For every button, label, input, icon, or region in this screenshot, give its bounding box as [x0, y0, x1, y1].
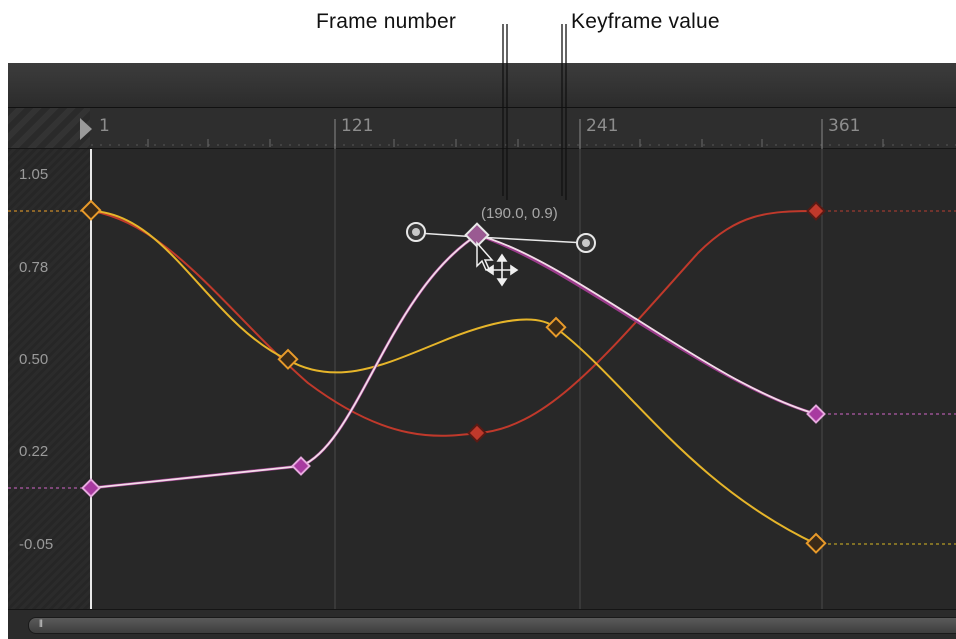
left-handle-knob-center	[412, 228, 420, 236]
keyframe-red-2[interactable]	[467, 423, 487, 443]
playhead-icon[interactable]	[80, 118, 92, 140]
keyframe-orange-start[interactable]	[80, 199, 102, 221]
curve-canvas[interactable]	[8, 63, 956, 639]
keyframe-value-callout: Keyframe value	[571, 10, 720, 33]
keyframe-magenta-2[interactable]	[291, 456, 311, 476]
frame-number-callout: Frame number	[316, 10, 457, 33]
scrollbar-thumb[interactable]	[28, 617, 956, 634]
keyframe-magenta-start[interactable]	[81, 478, 101, 498]
horizontal-scrollbar[interactable]: ‖	[8, 609, 956, 639]
orange-curve[interactable]	[90, 210, 817, 545]
right-handle-knob-center	[582, 239, 590, 247]
white-curve[interactable]	[90, 234, 817, 489]
red-curve[interactable]	[90, 210, 817, 437]
bezier-handles[interactable]	[406, 222, 596, 253]
keyframe-readout: (190.0, 0.9)	[481, 205, 558, 222]
scrollbar-grip-icon[interactable]: ‖	[34, 619, 48, 630]
arrow-cursor-icon	[476, 241, 494, 271]
keyframe-editor: 1 121 241 361 1.05 0.78 0.50 0.22 -0.05	[8, 63, 956, 639]
magenta-curve	[90, 233, 817, 490]
keyframe-orange-2[interactable]	[277, 348, 299, 370]
